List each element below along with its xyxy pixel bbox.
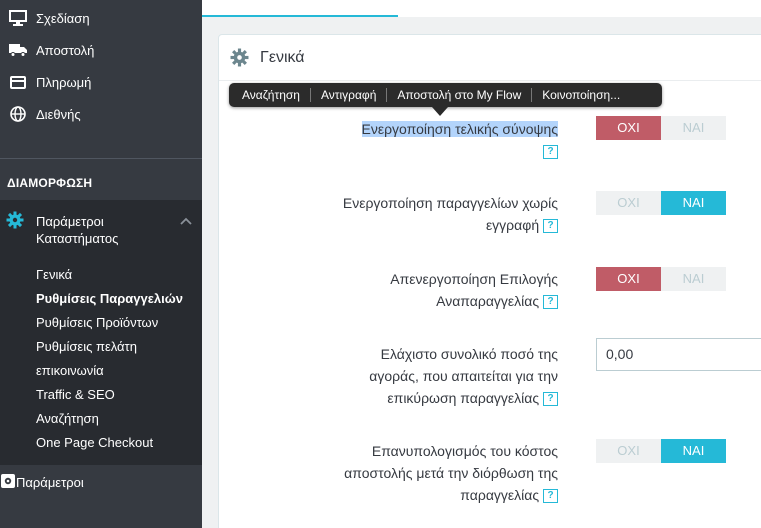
submenu-item-traffic-seo[interactable]: Traffic & SEO [36,387,115,402]
submenu-item-customer-settings[interactable]: Ρυθμίσεις πελάτη [36,339,137,354]
selected-text: Ενεργοποίηση τελικής σύνοψης [361,121,558,137]
sidebar-item-parameters[interactable]: Παράμετροι [0,467,202,497]
switch-no-option[interactable]: ΟΧΙ [596,116,661,140]
switch-no-option[interactable]: ΟΧΙ [596,191,661,215]
context-menu-copy[interactable]: Αντιγραφή [311,83,386,107]
minimum-amount-input[interactable]: 0,00 [596,338,761,371]
help-icon[interactable]: ? [543,295,558,310]
globe-icon [0,106,36,122]
sidebar-item-payment[interactable]: Πληρωμή [0,67,202,97]
sidebar: Σχεδίαση Αποστολή Πληρωμή Διεθνής ΔΙΑΜΟΡ… [0,0,202,528]
sidebar-item-shipping[interactable]: Αποστολή [0,35,202,65]
label-line: Ενεργοποίηση παραγγελίων χωρίς [342,195,558,211]
context-menu-share[interactable]: Κοινοποίηση... [532,83,630,107]
help-icon[interactable]: ? [543,489,558,504]
help-icon[interactable]: ? [543,145,558,160]
sidebar-item-label: Παράμετροι [16,474,84,490]
sidebar-submenu: Γενικά Ρυθμίσεις Παραγγελιών Ρυθμίσεις Π… [0,260,202,465]
label-line: παραγγελίας [460,487,540,503]
submenu-item-one-page-checkout[interactable]: One Page Checkout [36,435,153,450]
panel-title: Γενικά [260,48,305,66]
field-label-guest-checkout: Ενεργοποίηση παραγγελίων χωρίς εγγραφή ? [343,192,558,236]
final-summary-switch: ΟΧΙ ΝΑΙ [596,116,726,140]
label-line: εγγραφή [485,217,540,233]
gear-icon [6,211,24,232]
credit-card-icon [0,75,36,89]
panel-header: Γενικά [219,35,761,81]
sidebar-item-label: Διεθνής [36,106,81,122]
top-tabs-bar [202,0,761,17]
sidebar-item-label: Αποστολή [36,42,95,58]
context-menu-search[interactable]: Αναζήτηση [232,83,310,107]
switch-no-option[interactable]: ΟΧΙ [596,439,661,463]
submenu-item-search[interactable]: Αναζήτηση [36,411,99,426]
field-label-disable-reorder: Απενεργοποίηση Επιλογής Αναπαραγγελίας ? [390,268,558,312]
submenu-item-general[interactable]: Γενικά [36,267,72,282]
help-icon[interactable]: ? [543,219,558,234]
field-label-recalculate-shipping: Επανυπολογισμός του κόστος αποστολής μετ… [344,440,558,506]
help-icon[interactable]: ? [543,392,558,407]
puzzle-gear-icon [0,473,16,492]
switch-yes-option[interactable]: ΝΑΙ [661,439,726,463]
chevron-up-icon [180,213,192,228]
recalculate-shipping-switch: ΟΧΙ ΝΑΙ [596,439,726,463]
switch-yes-option[interactable]: ΝΑΙ [661,191,726,215]
switch-yes-option[interactable]: ΝΑΙ [661,267,726,291]
context-menu-pointer [432,107,448,116]
label-line: Παράμετροι [36,214,104,229]
guest-checkout-switch: ΟΧΙ ΝΑΙ [596,191,726,215]
switch-no-option[interactable]: ΟΧΙ [596,267,661,291]
submenu-item-order-settings[interactable]: Ρυθμίσεις Παραγγελιών [36,291,183,306]
disable-reorder-switch: ΟΧΙ ΝΑΙ [596,267,726,291]
context-menu-send-to-my-flow[interactable]: Αποστολή στο My Flow [387,83,531,107]
sidebar-item-shop-parameters[interactable]: Παράμετροι Καταστήματος [0,200,202,260]
label-line: Ελάχιστο συνολικό ποσό της [380,346,558,362]
field-label-minimum-amount: Ελάχιστο συνολικό ποσό της αγοράς, που α… [369,343,558,409]
sidebar-item-label: Πληρωμή [36,74,92,90]
label-line: Καταστήματος [36,231,119,246]
active-tab-indicator [202,15,398,17]
label-line: επικύρωση παραγγελίας [387,390,540,406]
sidebar-item-label: Παράμετροι Καταστήματος [36,213,118,247]
gear-icon [230,48,250,67]
submenu-item-contact[interactable]: επικοινωνία [36,363,104,378]
field-label-final-summary: Ενεργοποίηση τελικής σύνοψης ? [361,118,558,162]
label-line: Αναπαραγγελίας [436,293,540,309]
submenu-item-product-settings[interactable]: Ρυθμίσεις Προϊόντων [36,315,158,330]
sidebar-divider [0,158,202,159]
truck-icon [0,43,36,57]
label-line: Απενεργοποίηση Επιλογής [390,271,558,287]
switch-yes-option[interactable]: ΝΑΙ [661,116,726,140]
label-line: αποστολής μετά την διόρθωση της [344,465,558,481]
sidebar-item-international[interactable]: Διεθνής [0,99,202,129]
sidebar-section-title: ΔΙΑΜΟΡΦΩΣΗ [7,176,93,190]
monitor-icon [0,10,36,26]
label-line: Επανυπολογισμός του κόστος [371,443,558,459]
text-selection-context-menu: Αναζήτηση Αντιγραφή Αποστολή στο My Flow… [229,83,662,107]
sidebar-item-label: Σχεδίαση [36,10,90,26]
sidebar-item-design[interactable]: Σχεδίαση [0,3,202,33]
label-line: αγοράς, που απαιτείται για την [369,368,558,384]
